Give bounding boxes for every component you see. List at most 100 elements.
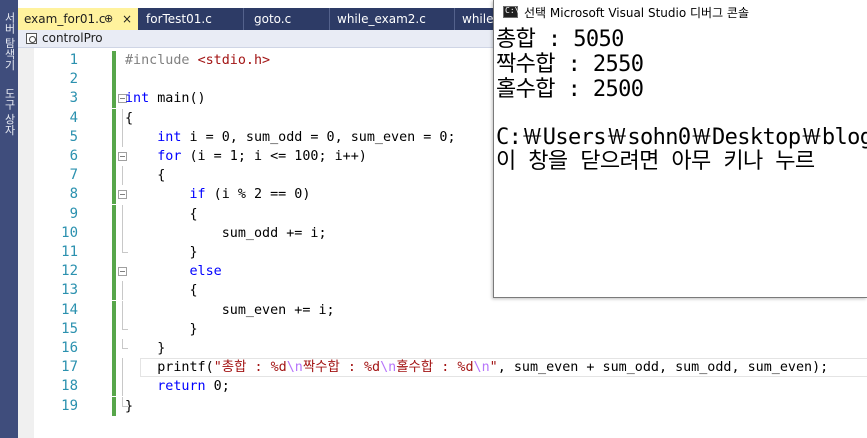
change-indicator: [112, 89, 116, 109]
console-titlebar[interactable]: C:\ 선택 Microsoft Visual Studio 디버그 콘솔: [494, 0, 867, 25]
pin-icon[interactable]: ⊕: [104, 8, 113, 30]
code-token: #include: [125, 53, 198, 68]
code-text: }: [125, 397, 133, 416]
code-token: (i % 2 == 0): [205, 187, 311, 203]
code-text: if (i % 2 == 0): [125, 185, 311, 204]
string-token: "총합 : %d: [213, 360, 287, 376]
code-line[interactable]: 17 printf("총합 : %d\n짝수합 : %d\n홀수합 : %d\n…: [34, 358, 867, 378]
code-token: }: [125, 245, 198, 260]
tab-label: exam_for01.c: [24, 12, 106, 26]
tab-while-exam2[interactable]: while_exam2.c: [331, 8, 455, 30]
code-line[interactable]: 15 }: [34, 319, 867, 339]
code-line[interactable]: 14 sum_even += i;: [34, 300, 867, 320]
tab-label: while_: [462, 12, 496, 26]
change-indicator: [112, 358, 116, 378]
code-token: i = 0, sum_odd = 0, sum_even = 0;: [181, 129, 456, 145]
change-indicator: [112, 223, 116, 243]
tab-while-truncated[interactable]: while_: [456, 8, 496, 30]
code-token: (i = 1; i <= 100; i++): [181, 149, 367, 164]
fold-guide: [122, 127, 123, 147]
string-token: ": [489, 360, 498, 376]
line-number: 3: [69, 90, 78, 107]
code-line[interactable]: 16 }: [34, 339, 867, 358]
code-token: {: [125, 206, 198, 222]
string-token: 짝수합 : %d: [302, 360, 381, 376]
line-number: 16: [61, 340, 78, 356]
code-text: {: [125, 109, 133, 128]
indicator-margin: [18, 48, 34, 438]
project-dropdown[interactable]: controlPro: [42, 31, 103, 45]
code-text: printf("총합 : %d\n짝수합 : %d\n홀수합 : %d\n", …: [125, 358, 828, 377]
change-indicator: [112, 377, 116, 397]
console-line: 짝수합 : 2550: [496, 52, 644, 77]
code-text: sum_odd += i;: [125, 224, 327, 243]
line-number: 14: [61, 301, 78, 318]
change-indicator: [112, 300, 116, 320]
scope-icon: [26, 33, 37, 44]
code-text: #include <stdio.h>: [125, 51, 270, 70]
line-number: 6: [69, 148, 78, 164]
line-number: 13: [61, 282, 78, 299]
string-token: \n: [473, 360, 490, 376]
console-icon-glyph: C:\: [505, 6, 520, 15]
string-token: \n: [286, 360, 303, 376]
fold-guide: [122, 281, 123, 301]
line-number: 4: [69, 109, 78, 126]
keyword-token: if: [189, 187, 206, 203]
fold-guide: [122, 223, 123, 243]
fold-guide: [122, 204, 123, 224]
tab-fortest01[interactable]: forTest01.c: [140, 8, 244, 30]
string-token: \n: [380, 360, 397, 376]
code-token: }: [125, 321, 198, 337]
keyword-token: int: [125, 91, 150, 107]
line-number: 17: [61, 359, 78, 376]
line-number: 1: [69, 52, 78, 68]
tab-exam-for01[interactable]: exam_for01.c ⊕ ×: [18, 8, 138, 30]
fold-guide: [122, 300, 123, 320]
line-number: 2: [69, 71, 78, 88]
debug-console-window[interactable]: C:\ 선택 Microsoft Visual Studio 디버그 콘솔 총합…: [493, 0, 867, 298]
code-text: sum_even += i;: [125, 301, 335, 320]
change-indicator: [112, 147, 116, 166]
side-tool-strip: 서버 탐색기 도구 상자: [0, 0, 18, 438]
line-number: 12: [61, 263, 78, 280]
server-explorer-tab[interactable]: 서버 탐색기: [0, 6, 18, 76]
change-indicator: [112, 262, 116, 282]
line-number: 7: [69, 167, 78, 184]
change-indicator: [112, 243, 116, 262]
line-number: 18: [61, 378, 78, 395]
line-number: 11: [61, 244, 78, 260]
line-number: 15: [61, 320, 78, 337]
code-line[interactable]: 18 return 0;: [34, 377, 867, 397]
close-icon[interactable]: ×: [122, 8, 132, 30]
code-line[interactable]: 19}: [34, 396, 867, 416]
console-line: 이 창을 닫으려면 아무 키나 누르: [496, 149, 815, 174]
code-text: for (i = 1; i <= 100; i++): [125, 147, 367, 166]
change-indicator: [112, 127, 116, 147]
change-indicator: [112, 108, 116, 128]
code-token: {: [125, 283, 198, 299]
tab-goto[interactable]: goto.c: [248, 8, 330, 30]
string-token: <stdio.h>: [197, 53, 271, 68]
navigation-bar: controlPro: [18, 30, 494, 48]
code-text: int main(): [125, 89, 206, 108]
toolbox-tab[interactable]: 도구 상자: [0, 82, 18, 142]
line-number: 5: [69, 128, 78, 145]
change-indicator: [112, 204, 116, 224]
tab-label: forTest01.c: [146, 12, 212, 26]
code-text: {: [125, 281, 198, 300]
keyword-token: for: [157, 149, 182, 164]
change-indicator: [112, 339, 116, 358]
console-output: 총합 : 5050 짝수합 : 2550 홀수합 : 2500 C:￦Users￦so…: [494, 25, 867, 297]
code-text: }: [125, 320, 198, 339]
change-indicator: [112, 185, 116, 205]
code-token: }: [125, 398, 134, 414]
line-number: 8: [69, 186, 78, 203]
change-indicator: [112, 70, 116, 90]
console-app-icon: C:\: [503, 6, 520, 18]
change-indicator: [112, 166, 116, 186]
console-line: 총합 : 5050: [496, 27, 624, 52]
code-text: {: [125, 166, 165, 185]
